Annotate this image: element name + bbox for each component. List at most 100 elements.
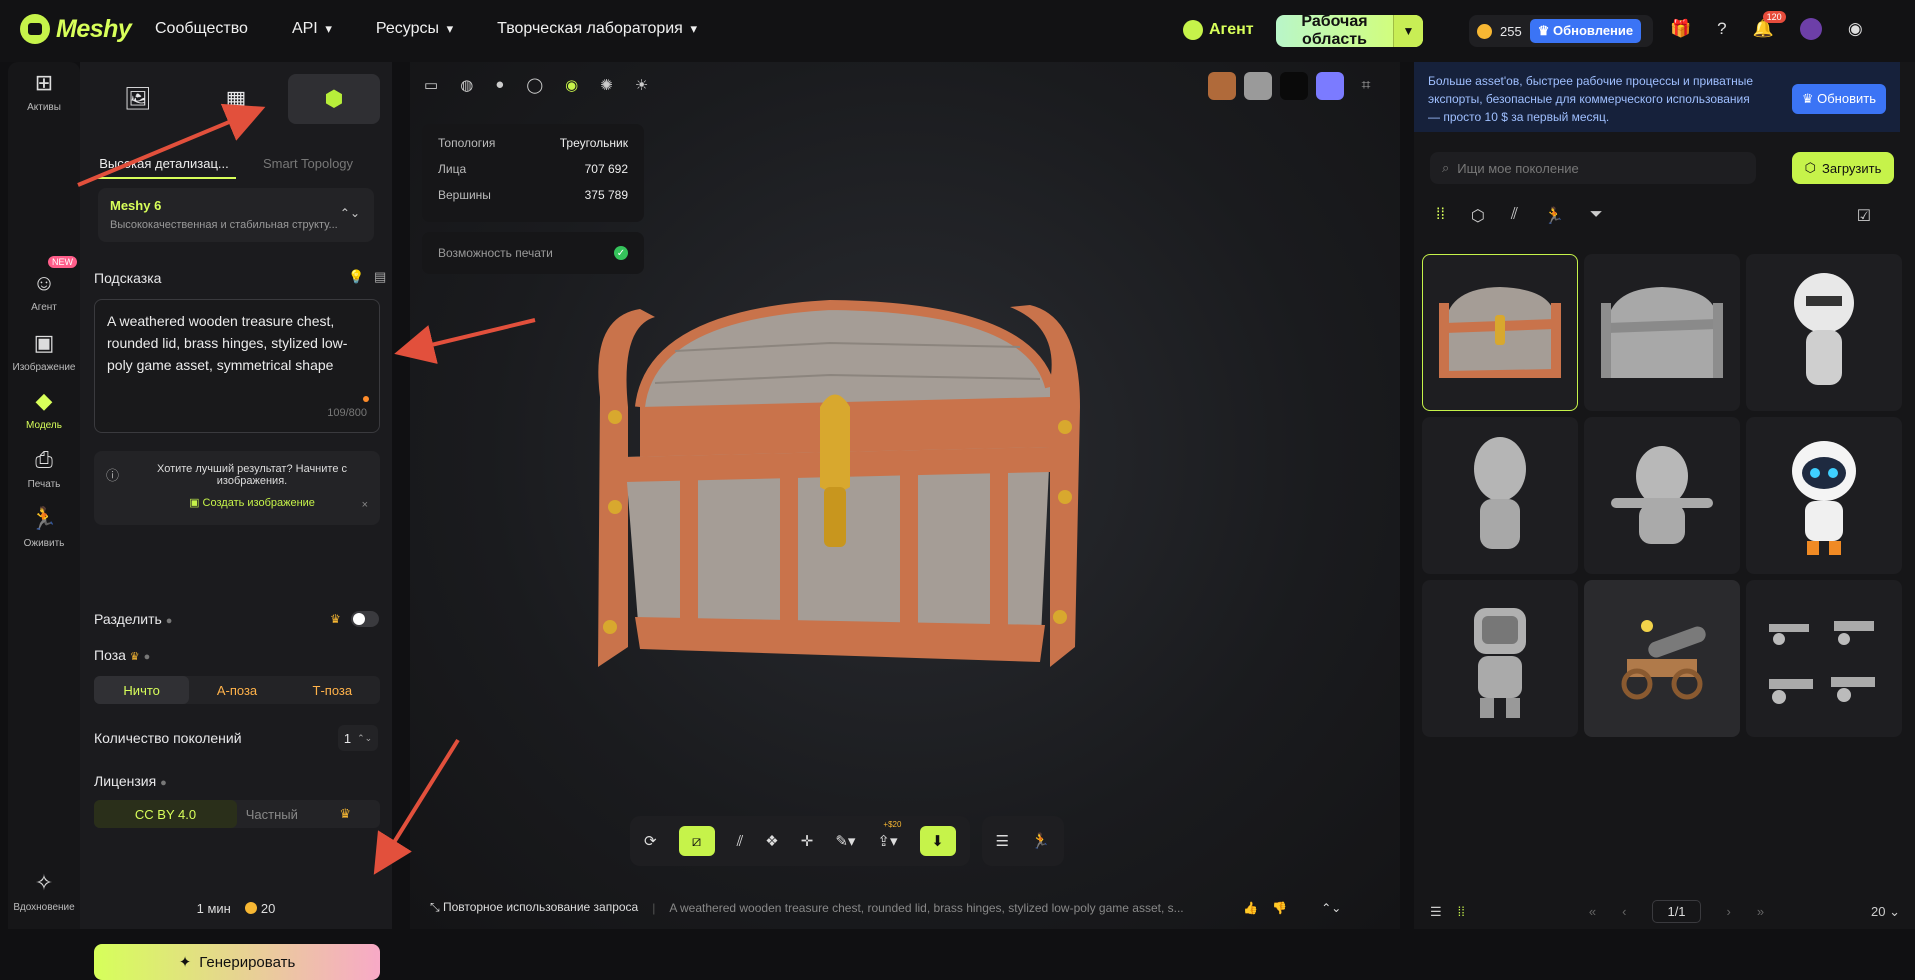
- parts-icon[interactable]: ❖: [765, 832, 778, 850]
- sun-icon[interactable]: ☀: [635, 76, 648, 94]
- agent-link[interactable]: Агент: [1183, 20, 1254, 40]
- light-icon[interactable]: ✺: [600, 76, 613, 94]
- gallery-item[interactable]: [1422, 417, 1578, 574]
- scan-icon[interactable]: ⌗: [1352, 72, 1380, 100]
- gallery-item[interactable]: [1584, 580, 1740, 737]
- first-page-icon[interactable]: «: [1589, 904, 1596, 919]
- rail-item-assets[interactable]: ⊞ Активы: [8, 70, 80, 113]
- texture-swatch[interactable]: [1316, 72, 1344, 100]
- promo-upgrade-button[interactable]: ♛ Обновить: [1791, 84, 1886, 114]
- nav-resources[interactable]: Ресурсы: [376, 20, 453, 38]
- bell-icon[interactable]: 🔔 120: [1753, 11, 1786, 39]
- logo[interactable]: Meshy: [20, 14, 132, 44]
- adjust-icon[interactable]: ☰: [996, 832, 1009, 850]
- prompt-textarea[interactable]: A weathered wooden treasure chest, round…: [94, 299, 380, 433]
- prev-page-icon[interactable]: ‹: [1622, 904, 1626, 919]
- cube-upload-icon: ⬡: [1804, 160, 1816, 175]
- split-toggle[interactable]: [351, 611, 379, 627]
- remesh-icon[interactable]: ⫽: [737, 833, 744, 850]
- search-icon: ⌕: [1442, 160, 1450, 175]
- info-icon: ●: [160, 777, 167, 789]
- collapse-icon[interactable]: ⌃⌄: [1321, 901, 1341, 915]
- gallery-item[interactable]: [1746, 580, 1902, 737]
- rail-item-image[interactable]: ▣ Изображение: [8, 330, 80, 373]
- create-image-label: Создать изображение: [202, 497, 315, 509]
- chevron-down-icon[interactable]: ▼: [1393, 15, 1423, 47]
- gift-icon[interactable]: 🎁: [1670, 19, 1691, 39]
- tab-image-to-3d[interactable]: 🖼: [92, 74, 184, 124]
- textured-sphere-icon[interactable]: ◉: [565, 76, 578, 94]
- gallery-item[interactable]: [1584, 417, 1740, 574]
- license-cc[interactable]: CC BY 4.0: [94, 800, 237, 828]
- pose-t[interactable]: Т-поза: [285, 676, 380, 704]
- rail-item-agent[interactable]: NEW ☺ Агент: [8, 256, 80, 313]
- texture-swatch[interactable]: [1244, 72, 1272, 100]
- pose-a[interactable]: А-поза: [189, 676, 284, 704]
- gen-count-label: Количество поколений: [94, 730, 242, 746]
- search-input[interactable]: ⌕ Ищи мое поколение: [1430, 152, 1756, 184]
- current-page[interactable]: 1/1: [1652, 900, 1701, 923]
- globe-icon[interactable]: ◍: [460, 76, 473, 94]
- texture-icon[interactable]: ⫽: [1511, 206, 1518, 226]
- bulb-icon[interactable]: 💡: [348, 269, 364, 285]
- license-private[interactable]: Частный ♛: [237, 800, 380, 828]
- generate-button[interactable]: ✦ Генерировать: [94, 944, 380, 980]
- help-icon[interactable]: ?: [1717, 19, 1726, 39]
- refresh-icon[interactable]: ⟳: [644, 832, 657, 850]
- tab-multi-image[interactable]: ▦: [190, 74, 282, 124]
- running-icon[interactable]: 🏃: [1544, 206, 1564, 226]
- monitor-icon[interactable]: ▭: [424, 76, 438, 94]
- gallery-item[interactable]: [1422, 580, 1578, 737]
- brush-icon[interactable]: ✎▾: [835, 832, 855, 850]
- list-view-icon[interactable]: ☰: [1430, 904, 1442, 920]
- gallery-item[interactable]: [1746, 417, 1902, 574]
- model-select[interactable]: Meshy 6 Высококачественная и стабильная …: [98, 188, 374, 242]
- rail-item-animate[interactable]: 🏃 Оживить: [8, 506, 80, 549]
- rig-icon[interactable]: ✛: [801, 832, 814, 850]
- segment-high-detail[interactable]: Высокая детализац...: [92, 150, 236, 179]
- reuse-prompt-button[interactable]: ⤡ Повторное использование запроса: [430, 900, 638, 915]
- gallery-item[interactable]: [1584, 254, 1740, 411]
- upgrade-button[interactable]: ♛ Обновление: [1529, 19, 1642, 43]
- nav-community[interactable]: Сообщество: [155, 20, 248, 38]
- thumbs-down-icon[interactable]: 👎: [1272, 901, 1287, 915]
- animate-icon[interactable]: 🏃: [1031, 832, 1050, 850]
- last-page-icon[interactable]: »: [1757, 904, 1764, 919]
- grid-view-icon[interactable]: ⁞⁞: [1458, 904, 1465, 919]
- nav-creative-lab[interactable]: Творческая лаборатория: [497, 20, 697, 38]
- gen-count-stepper[interactable]: 1 ⌃⌄: [338, 725, 378, 751]
- thumbs-up-icon[interactable]: 👍: [1243, 901, 1258, 915]
- workspace-button[interactable]: Рабочая область ▼: [1276, 13, 1423, 48]
- nav-api[interactable]: API: [292, 20, 332, 38]
- generation-panel: 🖼 ▦ ⬢ Высокая детализац... Smart Topolog…: [80, 62, 392, 980]
- filter-icon[interactable]: ⏷: [1590, 206, 1603, 226]
- download-icon[interactable]: ⬇: [919, 826, 956, 856]
- rail-label: Модель: [26, 420, 62, 431]
- create-image-link[interactable]: ▣ Создать изображение: [138, 496, 366, 509]
- segment-smart-topology[interactable]: Smart Topology: [236, 150, 380, 179]
- export-icon[interactable]: ⇪▾ +$20: [877, 820, 901, 850]
- cube-icon[interactable]: ⬡: [1471, 206, 1485, 226]
- avatar[interactable]: [1799, 18, 1822, 40]
- wire-sphere-icon[interactable]: ◯: [526, 76, 543, 94]
- page-size-select[interactable]: 20 ⌄: [1871, 904, 1900, 920]
- next-page-icon[interactable]: ›: [1727, 904, 1731, 919]
- gallery-item[interactable]: [1746, 254, 1902, 411]
- texture-swatch[interactable]: [1208, 72, 1236, 100]
- rail-item-model[interactable]: ◆ Модель: [8, 388, 80, 431]
- grid-all-icon[interactable]: ⁞⁞: [1436, 206, 1445, 226]
- document-icon[interactable]: ▤: [374, 269, 386, 285]
- select-icon[interactable]: ☑: [1857, 206, 1871, 226]
- texture-swatch[interactable]: [1280, 72, 1308, 100]
- gallery-item[interactable]: [1422, 254, 1578, 411]
- upload-button[interactable]: ⬡ Загрузить: [1792, 152, 1894, 184]
- close-icon[interactable]: ×: [362, 499, 368, 511]
- 3d-viewer[interactable]: ▭ ◍ ● ◯ ◉ ✺ ☀ ⌗ Топология Треугольник Лиц…: [410, 62, 1400, 929]
- solid-sphere-icon[interactable]: ●: [495, 76, 504, 94]
- rail-item-print[interactable]: ⎙ Печать: [8, 447, 80, 490]
- discord-icon[interactable]: ◉: [1848, 19, 1863, 39]
- texture-tool-icon[interactable]: ⧄: [678, 826, 715, 856]
- pose-none[interactable]: Ничто: [94, 676, 190, 704]
- rail-item-inspiration[interactable]: ✧ Вдохновение: [8, 870, 80, 913]
- tab-text-to-3d[interactable]: ⬢: [288, 74, 380, 124]
